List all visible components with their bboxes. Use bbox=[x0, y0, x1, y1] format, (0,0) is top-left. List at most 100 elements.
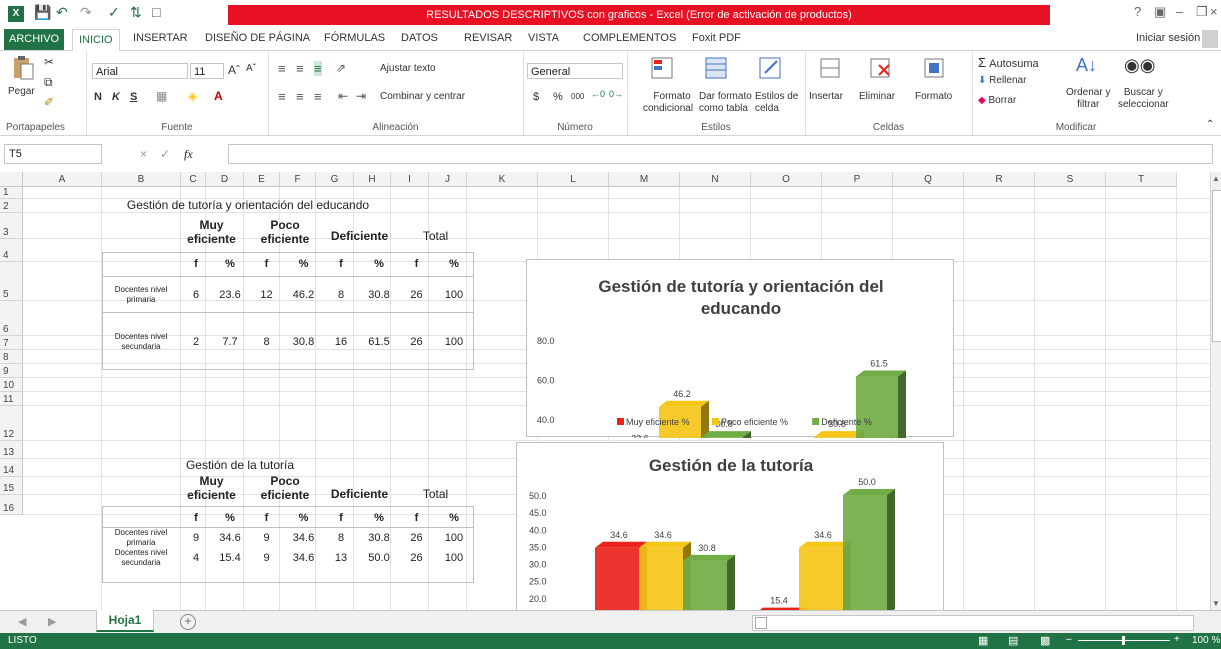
table2-cell[interactable]: 34.6 bbox=[212, 529, 248, 547]
table2-cell[interactable]: 50.0 bbox=[360, 549, 398, 567]
vertical-scroll-thumb[interactable] bbox=[1212, 190, 1221, 342]
zoom-slider-thumb[interactable] bbox=[1122, 636, 1125, 645]
align-right-icon[interactable]: ≡ bbox=[314, 89, 322, 104]
column-header-p[interactable]: P bbox=[822, 172, 893, 187]
column-header-h[interactable]: H bbox=[354, 172, 391, 187]
tab-data[interactable]: DATOS bbox=[401, 32, 438, 44]
normal-view-icon[interactable]: ▦ bbox=[978, 634, 988, 647]
row-header-13[interactable]: 13 bbox=[0, 441, 23, 459]
fill-color-icon[interactable]: ◈ bbox=[188, 89, 197, 103]
table1-cell[interactable]: 8 bbox=[248, 314, 285, 369]
row-header-11[interactable]: 11 bbox=[0, 392, 23, 406]
column-header-e[interactable]: E bbox=[244, 172, 280, 187]
add-sheet-button[interactable]: + bbox=[180, 614, 196, 630]
close-icon[interactable]: × bbox=[1210, 4, 1218, 19]
collapse-ribbon-icon[interactable]: ⌃ bbox=[1206, 119, 1214, 130]
table2-cell[interactable]: 30.8 bbox=[360, 529, 398, 547]
table1-cell[interactable]: 100 bbox=[435, 277, 473, 312]
table2-cell[interactable]: 100 bbox=[435, 529, 473, 547]
cut-icon[interactable]: ✂ bbox=[44, 55, 54, 69]
column-header-f[interactable]: F bbox=[280, 172, 316, 187]
row-header-2[interactable]: 2 bbox=[0, 199, 23, 213]
column-header-d[interactable]: D bbox=[206, 172, 244, 187]
underline-button[interactable]: S bbox=[130, 91, 137, 103]
align-left-icon[interactable]: ≡ bbox=[278, 89, 286, 104]
page-layout-view-icon[interactable]: ▤ bbox=[1008, 634, 1018, 647]
worksheet-grid[interactable]: ABCDEFGHIJKLMNOPQRST 1 2 3 4 5 6 7 8 9 10 11 12 13 14… bbox=[0, 172, 1210, 610]
column-header-m[interactable]: M bbox=[609, 172, 680, 187]
row-header-7[interactable]: 7 bbox=[0, 336, 23, 350]
table2-cell[interactable]: 13 bbox=[322, 549, 360, 567]
scroll-up-icon[interactable]: ▲ bbox=[1212, 174, 1220, 183]
maximize-icon[interactable]: ❐ bbox=[1196, 4, 1208, 20]
tab-view[interactable]: VISTA bbox=[528, 32, 559, 44]
redo-icon[interactable]: ↷ bbox=[80, 4, 92, 21]
row-header-9[interactable]: 9 bbox=[0, 364, 23, 378]
table2-cell[interactable]: 9 bbox=[248, 529, 285, 547]
horizontal-scrollbar[interactable] bbox=[752, 615, 1194, 631]
row-header-5[interactable]: 5 bbox=[0, 262, 23, 301]
format-painter-icon[interactable]: ✐ bbox=[44, 95, 54, 109]
table1-cell[interactable]: 7.7 bbox=[212, 314, 248, 369]
table2-cell[interactable]: 8 bbox=[322, 529, 360, 547]
row-header-3[interactable]: 3 bbox=[0, 213, 23, 239]
chart1-frame[interactable]: Gestión de tutoría y orientación del educ… bbox=[526, 259, 954, 518]
table1-cell[interactable]: 100 bbox=[435, 314, 473, 369]
decrease-indent-icon[interactable]: ⇤ bbox=[338, 89, 348, 103]
column-header-b[interactable]: B bbox=[102, 172, 181, 187]
table2-cell[interactable]: 34.6 bbox=[285, 529, 322, 547]
decrease-decimal-icon[interactable]: 0→ bbox=[609, 89, 623, 99]
column-header-t[interactable]: T bbox=[1106, 172, 1177, 187]
table1-cell[interactable]: 30.8 bbox=[360, 277, 398, 312]
zoom-in-icon[interactable]: + bbox=[1174, 634, 1180, 645]
table1-cell[interactable]: 61.5 bbox=[360, 314, 398, 369]
tab-home[interactable]: INICIO bbox=[72, 29, 120, 52]
table2-cell[interactable]: 26 bbox=[398, 549, 435, 567]
format-table-button[interactable]: Dar formato como tabla bbox=[699, 91, 752, 115]
bold-button[interactable]: N bbox=[94, 91, 102, 103]
spelling-icon[interactable]: ✓ bbox=[108, 4, 120, 21]
table2-cell[interactable]: 4 bbox=[180, 549, 212, 567]
tab-review[interactable]: REVISAR bbox=[464, 32, 512, 44]
column-header-g[interactable]: G bbox=[316, 172, 354, 187]
delete-button[interactable]: Eliminar bbox=[859, 91, 895, 102]
cell-styles-button[interactable]: Estilos de celda bbox=[755, 91, 798, 115]
column-header-q[interactable]: Q bbox=[893, 172, 964, 187]
tab-foxit-pdf[interactable]: Foxit PDF bbox=[692, 32, 741, 44]
column-header-o[interactable]: O bbox=[751, 172, 822, 187]
font-name-select[interactable]: Arial bbox=[92, 63, 188, 79]
column-header-l[interactable]: L bbox=[538, 172, 609, 187]
column-header-c[interactable]: C bbox=[181, 172, 206, 187]
align-center-icon[interactable]: ≡ bbox=[296, 89, 304, 104]
table1-cell[interactable]: 26 bbox=[398, 314, 435, 369]
row-header-14[interactable]: 14 bbox=[0, 459, 23, 477]
wrap-text-button[interactable]: Ajustar texto bbox=[380, 63, 436, 74]
select-all-corner[interactable] bbox=[0, 172, 23, 187]
name-box[interactable]: T5 bbox=[4, 144, 102, 164]
row-header-15[interactable]: 15 bbox=[0, 477, 23, 495]
row-header-8[interactable]: 8 bbox=[0, 350, 23, 364]
sheet-tab-hoja1[interactable]: Hoja1 bbox=[96, 610, 154, 632]
increase-decimal-icon[interactable]: ←0 bbox=[591, 89, 605, 99]
page-break-view-icon[interactable]: ▩ bbox=[1040, 634, 1050, 647]
help-button[interactable]: ? bbox=[1134, 4, 1141, 19]
column-header-s[interactable]: S bbox=[1035, 172, 1106, 187]
table1-cell[interactable]: 30.8 bbox=[285, 314, 322, 369]
insert-button[interactable]: Insertar bbox=[809, 91, 843, 102]
table2-cell[interactable]: 100 bbox=[435, 549, 473, 567]
table2-cell[interactable]: 9 bbox=[248, 549, 285, 567]
tab-file[interactable]: ARCHIVO bbox=[4, 29, 65, 50]
sort-asc-icon[interactable]: ⇅ bbox=[130, 4, 142, 21]
column-header-j[interactable]: J bbox=[429, 172, 467, 187]
number-format-select[interactable]: General bbox=[527, 63, 623, 79]
zoom-level[interactable]: 100 % bbox=[1192, 635, 1220, 646]
format-button[interactable]: Formato bbox=[915, 91, 952, 102]
autosum-button[interactable]: Σ Autosuma bbox=[978, 55, 1039, 70]
column-header-r[interactable]: R bbox=[964, 172, 1035, 187]
merge-center-button[interactable]: Combinar y centrar bbox=[380, 91, 465, 102]
chart2-frame[interactable]: Gestión de la tutoría15.020.025.030.035.… bbox=[516, 442, 944, 610]
find-select-button[interactable]: Buscar y seleccionar bbox=[1118, 87, 1169, 111]
tab-page-layout[interactable]: DISEÑO DE PÁGINA bbox=[205, 32, 310, 44]
shrink-font-icon[interactable]: Aˇ bbox=[246, 63, 256, 74]
font-size-select[interactable]: 11 bbox=[190, 63, 224, 79]
